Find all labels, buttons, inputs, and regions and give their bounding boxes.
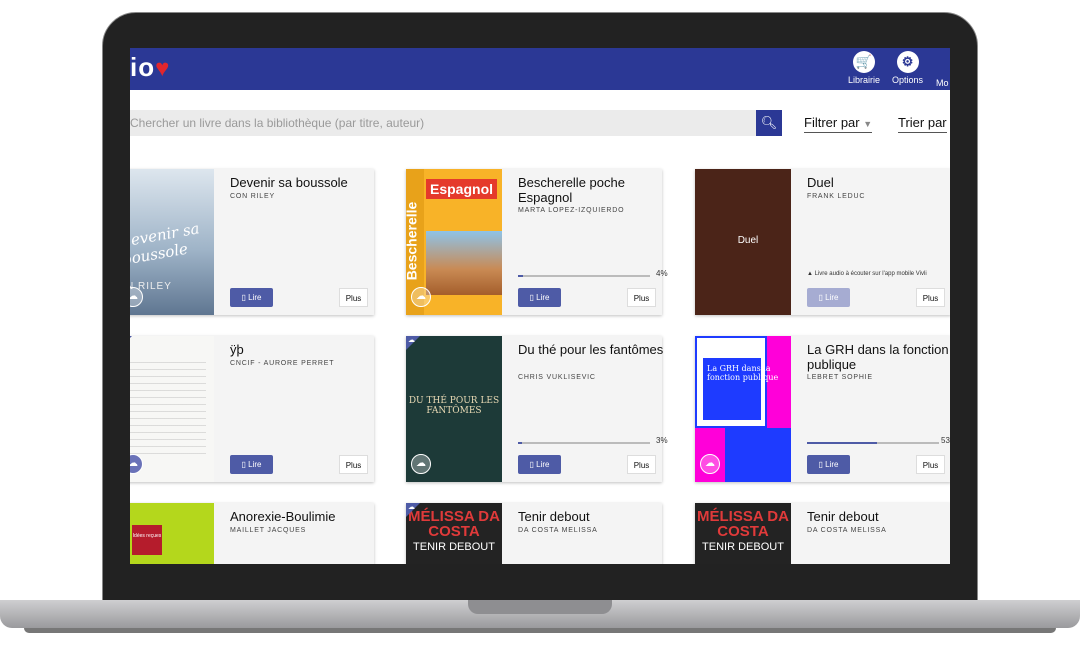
read-button[interactable]: ▯ Lire — [807, 288, 850, 307]
progress-percent: 53 — [941, 436, 950, 445]
book-author: DA COSTA MELISSA — [807, 527, 887, 534]
filter-label: Filtrer par — [804, 115, 860, 130]
read-button[interactable]: ▯ Lire — [518, 288, 561, 307]
cover-title: Duel — [737, 235, 759, 246]
chevron-down-icon: ▼ — [863, 119, 873, 129]
book-card[interactable]: MÉLISSA DA COSTA TENIR DEBOUT ☁ Tenir de… — [406, 503, 662, 564]
sort-label: Trier par — [898, 115, 947, 130]
cart-icon: 🛒 — [853, 51, 875, 73]
book-author: CON RILEY — [230, 193, 275, 200]
cover-image — [426, 231, 502, 295]
top-navbar: io♥ 🛒 Librairie ⚙ Options Mo — [130, 48, 950, 90]
app-logo[interactable]: io♥ — [130, 52, 170, 83]
nav-options-label: Options — [892, 75, 924, 85]
book-card[interactable]: Duel Duel FRANK LEDUC ▲ Livre audio à éc… — [695, 169, 950, 315]
reading-progress-bar — [518, 442, 650, 444]
cover-author: MÉLISSA DA COSTA — [697, 508, 789, 540]
progress-percent: 4% — [656, 269, 668, 278]
book-title: Duel — [807, 175, 834, 190]
book-title: Du thé pour les fantômes — [518, 342, 664, 357]
cover-title: La GRH dans la fonction publique — [707, 364, 779, 382]
book-card[interactable]: Devenir sa boussole N RILEY ☁ Devenir sa… — [130, 169, 374, 315]
book-author: LEBRET SOPHIE — [807, 374, 873, 381]
corner-badge — [130, 336, 132, 350]
more-button[interactable]: Plus — [339, 288, 368, 307]
laptop-shadow — [24, 628, 1056, 633]
nav-more-button[interactable]: Mo — [936, 78, 949, 88]
book-cover[interactable]: ☁ — [130, 336, 214, 482]
book-card[interactable]: ☁ ÿþ CNCIF - AURORE PERRET ▯ Lire Plus — [130, 336, 374, 482]
sort-dropdown[interactable]: Trier par — [898, 115, 947, 133]
progress-percent: 3% — [656, 436, 668, 445]
book-cover[interactable]: Duel — [695, 169, 791, 315]
book-title: Devenir sa boussole — [230, 175, 348, 190]
cover-title: DU THÉ POUR LES FANTÔMES — [408, 396, 500, 416]
cloud-download-icon[interactable]: ☁ — [130, 454, 143, 474]
cover-author: MÉLISSA DA COSTA — [408, 508, 500, 540]
nav-librairie-button[interactable]: 🛒 Librairie — [848, 51, 880, 85]
cover-title: Devenir sa boussole — [130, 219, 201, 269]
read-button[interactable]: ▯ Lire — [518, 455, 561, 474]
book-author: FRANK LEDUC — [807, 193, 866, 200]
book-cover[interactable]: MÉLISSA DA COSTA TENIR DEBOUT — [406, 503, 502, 564]
book-author: MARTA LOPEZ-IZQUIERDO — [518, 207, 625, 214]
book-author: CNCIF - AURORE PERRET — [230, 360, 335, 367]
cover-title: TENIR DEBOUT — [413, 541, 495, 553]
book-title: Tenir debout — [518, 509, 590, 524]
book-cover[interactable]: DU THÉ POUR LES FANTÔMES ☁ — [406, 336, 502, 482]
more-button[interactable]: Plus — [916, 455, 945, 474]
gear-icon: ⚙ — [896, 51, 919, 73]
search-icon: 🔍︎ — [760, 115, 778, 130]
cover-title: Idées reçues — [132, 525, 162, 555]
filter-dropdown[interactable]: Filtrer par ▼ — [804, 115, 873, 133]
nav-options-button[interactable]: ⚙ Options — [892, 51, 923, 85]
reading-progress-bar — [518, 275, 650, 277]
search-button[interactable]: 🔍︎ — [756, 110, 782, 136]
logo-text: io — [130, 52, 156, 82]
more-button[interactable]: Plus — [627, 288, 656, 307]
book-cover[interactable]: La GRH dans la fonction publique ☁ — [695, 336, 791, 482]
cover-title: Espagnol — [426, 179, 498, 199]
read-button[interactable]: ▯ Lire — [807, 455, 850, 474]
audio-book-note: ▲ Livre audio à écouter sur l'app mobile… — [807, 271, 927, 277]
book-cover[interactable]: Bescherelle Espagnol ☁ — [406, 169, 502, 315]
book-title: La GRH dans la fonction publique — [807, 342, 949, 372]
book-card[interactable]: La GRH dans la fonction publique ☁ La GR… — [695, 336, 950, 482]
book-card[interactable]: Bescherelle Espagnol ☁ Bescherelle poche… — [406, 169, 668, 315]
document-scan-image — [130, 356, 206, 456]
cloud-download-icon[interactable]: ☁ — [411, 287, 431, 307]
book-cover[interactable]: Idées reçues — [130, 503, 214, 564]
heart-icon: ♥ — [155, 55, 171, 82]
cover-title: TENIR DEBOUT — [702, 541, 784, 553]
book-title: Tenir debout — [807, 509, 879, 524]
nav-more-label: Mo — [936, 78, 949, 88]
nav-librairie-label: Librairie — [848, 75, 881, 85]
book-title: Bescherelle poche Espagnol — [518, 175, 625, 205]
book-title: Anorexie-Boulimie — [230, 509, 336, 524]
more-button[interactable]: Plus — [916, 288, 945, 307]
book-author: CHRIS VUKLISEVIC — [518, 374, 596, 381]
read-button[interactable]: ▯ Lire — [230, 455, 273, 474]
cloud-badge-icon: ☁ — [408, 337, 415, 344]
book-card[interactable]: MÉLISSA DA COSTA TENIR DEBOUT Tenir debo… — [695, 503, 950, 564]
laptop-notch — [468, 600, 612, 614]
app-screen: io♥ 🛒 Librairie ⚙ Options Mo Chercher un… — [130, 48, 950, 564]
cloud-download-icon[interactable]: ☁ — [700, 454, 720, 474]
cover-side-text: Bescherelle — [406, 201, 420, 281]
cloud-badge-icon: ☁ — [408, 504, 415, 511]
book-card[interactable]: DU THÉ POUR LES FANTÔMES ☁ ☁ Du thé pour… — [406, 336, 668, 482]
more-button[interactable]: Plus — [627, 455, 656, 474]
read-button[interactable]: ▯ Lire — [230, 288, 273, 307]
book-author: MAILLET JACQUES — [230, 527, 307, 534]
book-cover[interactable]: Devenir sa boussole N RILEY ☁ — [130, 169, 214, 315]
book-cover[interactable]: MÉLISSA DA COSTA TENIR DEBOUT — [695, 503, 791, 564]
book-card[interactable]: Idées reçues Anorexie-Boulimie MAILLET J… — [130, 503, 374, 564]
book-title: ÿþ — [230, 342, 244, 357]
book-author: DA COSTA MELISSA — [518, 527, 598, 534]
search-input[interactable]: Chercher un livre dans la bibliothèque (… — [130, 110, 756, 136]
cloud-download-icon[interactable]: ☁ — [411, 454, 431, 474]
reading-progress-bar — [807, 442, 939, 444]
more-button[interactable]: Plus — [339, 455, 368, 474]
